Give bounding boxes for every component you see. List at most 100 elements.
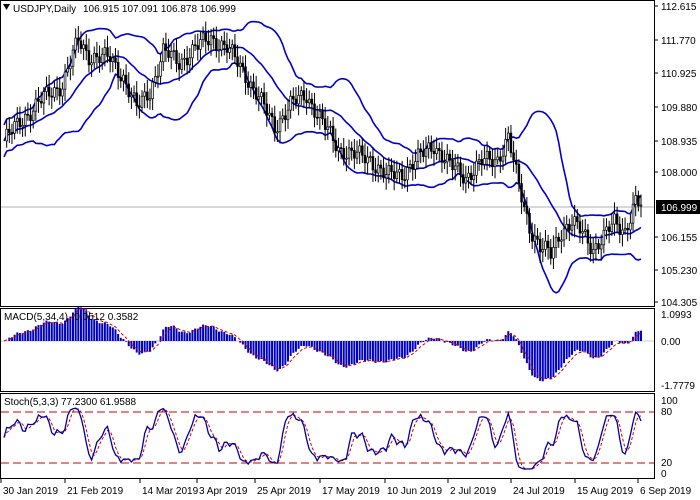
- candle-body: [95, 53, 99, 58]
- candle-body: [631, 203, 635, 224]
- candle-body: [589, 242, 592, 255]
- candle-body: [615, 213, 619, 225]
- candle-body: [154, 75, 157, 83]
- stoch-label-20: 20: [661, 458, 673, 469]
- candle-body: [491, 158, 494, 168]
- candle-body: [448, 153, 452, 161]
- macd-values: -0.0512 0.3582: [71, 312, 139, 323]
- candle-body: [464, 176, 468, 184]
- time-axis-label: 14 Mar 2019: [142, 486, 199, 497]
- candle-body: [175, 50, 178, 64]
- candle-body: [16, 117, 19, 122]
- candle-body: [594, 243, 598, 250]
- candle-body: [323, 118, 327, 130]
- candle-body: [456, 162, 460, 167]
- time-axis-label: 2 Jul 2019: [450, 486, 497, 497]
- candle-body: [347, 147, 351, 159]
- candle-body: [565, 223, 568, 230]
- candle-body: [29, 114, 32, 121]
- candle-body: [597, 243, 600, 250]
- candle-body: [538, 238, 542, 253]
- candle-body: [231, 44, 234, 49]
- candle-body: [300, 90, 303, 96]
- candle-body: [236, 56, 239, 67]
- stoch-label-80: 80: [661, 407, 673, 418]
- chart-header-arrow-icon: [3, 4, 10, 10]
- candle-body: [578, 221, 582, 234]
- candle-body: [180, 58, 184, 70]
- candle-body: [427, 142, 430, 149]
- candle-body: [286, 109, 290, 121]
- candle-body: [246, 82, 250, 88]
- candle-body: [87, 50, 91, 66]
- candles: [5, 21, 643, 270]
- candle-body: [477, 159, 481, 162]
- candle-body: [398, 169, 401, 173]
- candle-body: [305, 99, 308, 104]
- candle-body: [39, 101, 43, 104]
- candle-body: [480, 159, 484, 165]
- candle-body: [390, 164, 393, 172]
- price-label: 109.880: [661, 103, 698, 114]
- time-axis-label: 17 May 2019: [322, 486, 380, 497]
- candle-body: [273, 116, 276, 134]
- price-label: 104.305: [661, 298, 698, 309]
- candle-body: [284, 115, 287, 121]
- candle-body: [613, 213, 616, 225]
- price-panel-frame: [0, 0, 655, 307]
- candle-body: [509, 132, 513, 154]
- candle-body: [188, 57, 192, 66]
- candle-body: [541, 249, 545, 253]
- candle-body: [493, 159, 497, 168]
- candle-body: [103, 47, 107, 55]
- candle-body: [568, 223, 571, 231]
- candle-body: [164, 43, 168, 51]
- candle-body: [605, 226, 608, 231]
- candle-body: [151, 81, 154, 100]
- time-axis-label: 3 Apr 2019: [199, 486, 248, 497]
- candle-body: [440, 150, 444, 163]
- candle-body: [79, 40, 83, 49]
- candle-body: [599, 244, 603, 250]
- candle-body: [520, 183, 523, 203]
- stoch-header: Stoch(5,3,3) 77.2300 61.9588: [4, 397, 137, 408]
- candle-body: [138, 105, 141, 108]
- stoch-label-0: 0: [661, 469, 667, 480]
- candle-body: [557, 236, 560, 242]
- stoch-label: Stoch(5,3,3): [4, 397, 58, 408]
- candle-body: [355, 151, 359, 159]
- candle-body: [528, 213, 531, 234]
- candle-body: [629, 222, 632, 231]
- candle-body: [53, 87, 56, 98]
- candle-body: [156, 75, 160, 78]
- candle-body: [85, 44, 88, 51]
- candle-body: [353, 150, 356, 159]
- candle-body: [416, 148, 420, 162]
- stoch-values: 77.2300 61.9588: [61, 397, 137, 408]
- candle-body: [207, 40, 210, 46]
- candle-body: [496, 156, 499, 161]
- candle-body: [461, 174, 465, 184]
- candle-body: [422, 150, 425, 157]
- price-label: 112.615: [661, 2, 697, 13]
- candle-body: [618, 223, 622, 235]
- candle-body: [114, 57, 117, 63]
- candle-body: [201, 32, 205, 40]
- candle-body: [438, 148, 441, 152]
- candle-body: [212, 35, 215, 39]
- candle-body: [525, 206, 529, 214]
- candle-body: [408, 163, 412, 168]
- candle-body: [270, 112, 274, 118]
- macd-label: MACD(5,34,4): [4, 312, 68, 323]
- candle-body: [257, 96, 261, 100]
- candle-body: [34, 98, 38, 112]
- candle-body: [342, 148, 345, 160]
- candle-body: [183, 57, 186, 60]
- candle-body: [576, 216, 579, 223]
- candle-body: [472, 174, 476, 180]
- bollinger-middle: [3, 46, 642, 239]
- candle-body: [562, 228, 566, 241]
- candle-body: [584, 229, 587, 232]
- candle-body: [159, 61, 162, 77]
- candle-body: [10, 132, 14, 134]
